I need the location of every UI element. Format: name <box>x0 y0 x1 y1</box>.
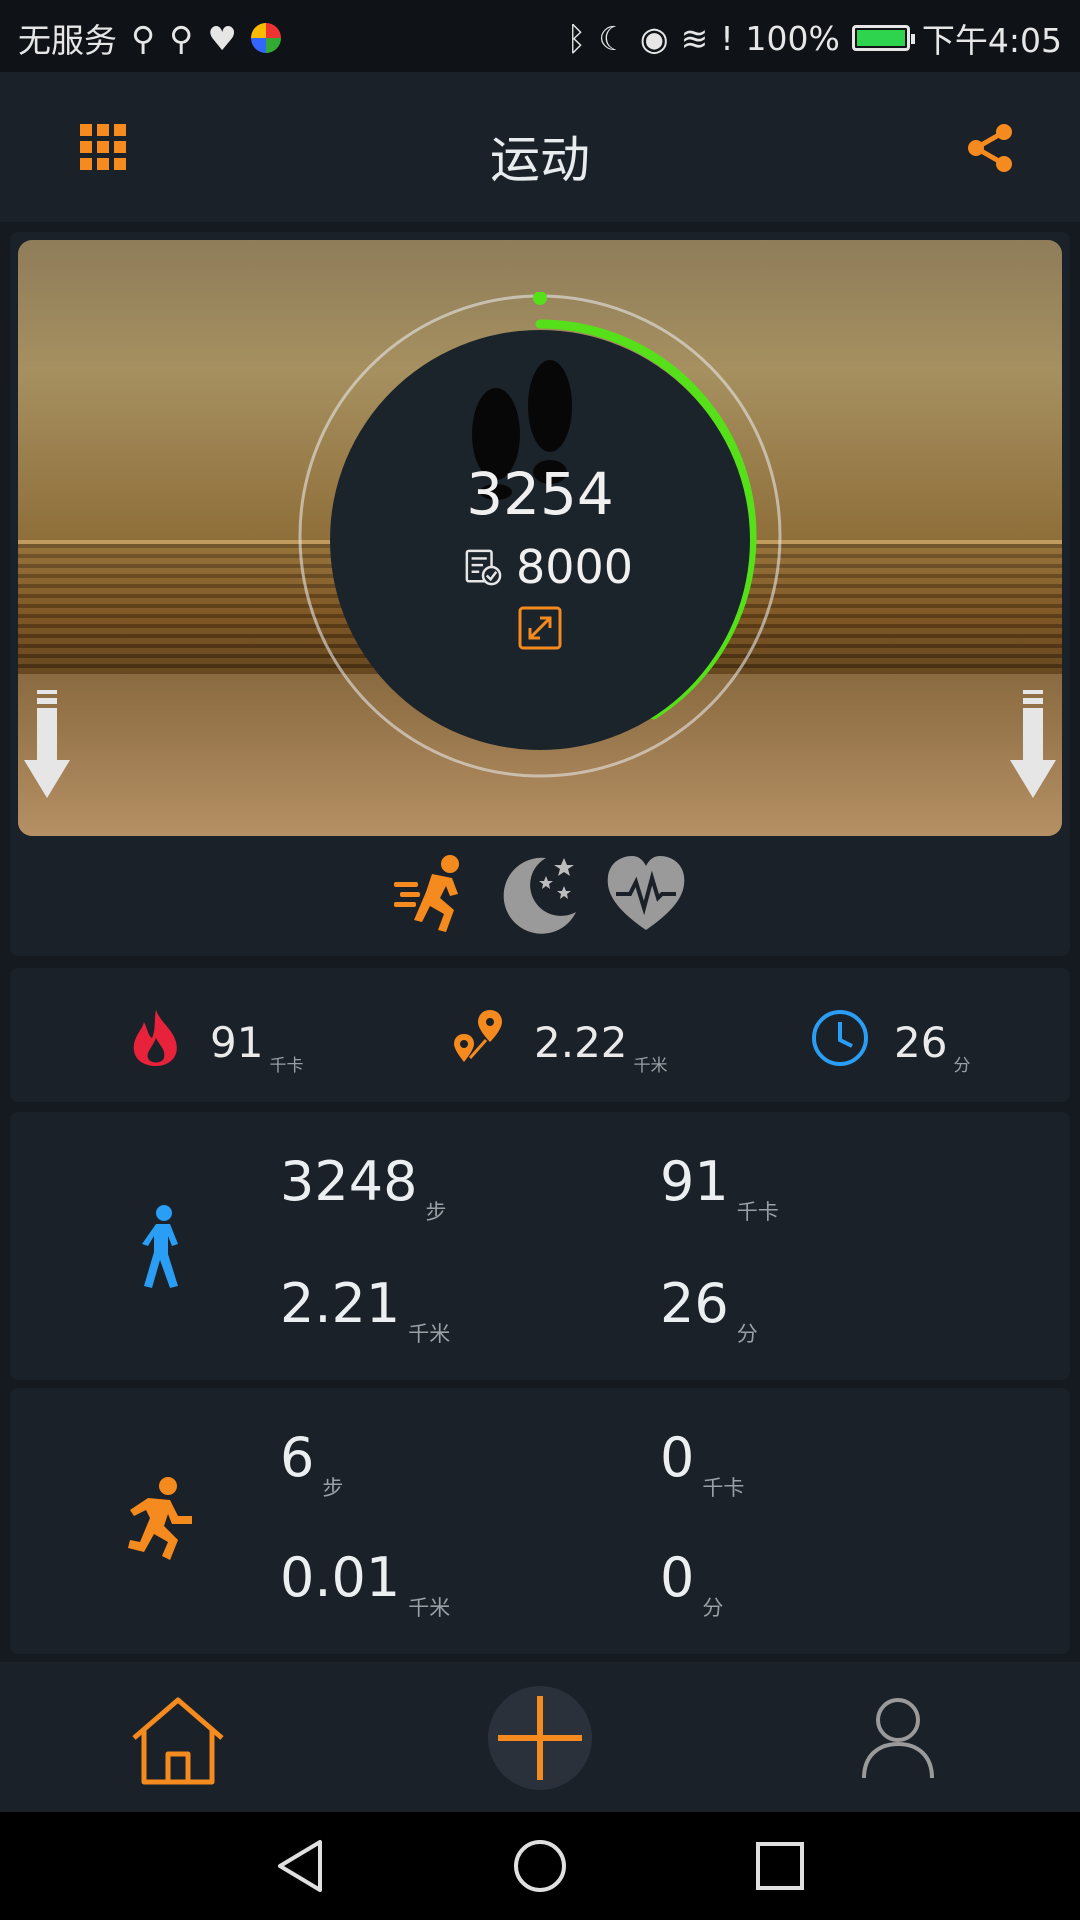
current-steps: 3254 <box>466 460 614 528</box>
mode-switcher <box>0 852 1080 936</box>
daily-summary-card: 91 千卡 2.22 千米 26 分 <box>10 968 1070 1102</box>
battery-percent: 100% <box>745 18 840 58</box>
walk-calories: 91 千卡 <box>660 1150 779 1225</box>
share-icon[interactable] <box>964 122 1016 174</box>
wifi-icon: ≋ <box>680 18 709 58</box>
status-bar: 无服务 ⚲ ⚲ ♥ ᛒ ☾ ◉ ≋ ! 100% 下午4:05 <box>0 0 1080 72</box>
down-arrow-left-icon[interactable] <box>24 690 70 800</box>
run-distance: 0.01 千米 <box>280 1546 450 1621</box>
run-distance-value: 0.01 <box>280 1546 401 1609</box>
running-stats-card[interactable]: 6 步 0 千卡 0.01 千米 0 分 <box>10 1388 1070 1654</box>
home-icon[interactable] <box>130 1696 226 1786</box>
calories-value: 91 <box>210 1018 264 1067</box>
walk-steps-unit: 步 <box>425 1200 447 1224</box>
add-button[interactable] <box>488 1686 592 1790</box>
distance-value: 2.22 <box>534 1018 628 1067</box>
duration-summary: 26 分 <box>810 1002 970 1076</box>
alert-icon: ! <box>720 18 734 58</box>
calories-summary: 91 千卡 <box>126 1002 303 1076</box>
clock-time: 下午4:05 <box>921 21 1062 60</box>
run-steps: 6 步 <box>280 1426 343 1501</box>
eye-icon: ◉ <box>639 18 669 58</box>
usb-icon: ⚲ <box>169 18 194 58</box>
profile-icon[interactable] <box>860 1696 936 1780</box>
app-icon <box>250 23 281 53</box>
carrier-label: 无服务 <box>18 21 117 60</box>
running-icon <box>128 1477 192 1560</box>
expand-icon[interactable] <box>518 606 562 650</box>
heart-rate-icon: ♥ <box>207 18 237 58</box>
distance-unit: 千米 <box>633 1056 668 1076</box>
duration-unit: 分 <box>953 1056 971 1076</box>
clock-icon <box>812 1010 868 1066</box>
running-mode-icon[interactable] <box>392 852 476 936</box>
calories-unit: 千卡 <box>269 1056 304 1076</box>
walk-distance-unit: 千米 <box>408 1322 451 1346</box>
run-steps-unit: 步 <box>322 1476 344 1500</box>
run-duration-value: 0 <box>660 1546 695 1609</box>
distance-summary: 2.22 千米 <box>450 1002 668 1076</box>
down-arrow-right-icon[interactable] <box>1010 690 1056 800</box>
run-duration-unit: 分 <box>702 1596 724 1620</box>
moon-icon: ☾ <box>598 18 628 58</box>
heart-rate-mode-icon[interactable] <box>604 852 688 936</box>
battery-icon <box>851 25 915 51</box>
header: 运动 <box>0 72 1080 222</box>
run-calories-value: 0 <box>660 1426 695 1489</box>
goal-row: 8000 <box>464 540 633 594</box>
goal-steps: 8000 <box>516 540 634 594</box>
run-duration: 0 分 <box>660 1546 723 1621</box>
walk-steps: 3248 步 <box>280 1150 446 1225</box>
walking-icon <box>142 1205 178 1288</box>
system-navigation-bar <box>0 1812 1080 1920</box>
walk-distance-value: 2.21 <box>280 1272 401 1335</box>
plus-icon <box>498 1696 582 1780</box>
route-pin-icon <box>454 1010 502 1062</box>
walk-calories-unit: 千卡 <box>736 1200 779 1224</box>
walking-stats-card[interactable]: 3248 步 91 千卡 2.21 千米 26 分 <box>10 1112 1070 1380</box>
goal-icon <box>465 549 502 586</box>
back-icon[interactable] <box>272 1838 328 1894</box>
home-circle-icon[interactable] <box>512 1838 568 1894</box>
walk-steps-value: 3248 <box>280 1150 418 1213</box>
bluetooth-icon: ᛒ <box>566 18 587 58</box>
usb-icon: ⚲ <box>131 18 156 58</box>
fire-icon <box>133 1010 177 1066</box>
bottom-navigation <box>0 1662 1080 1812</box>
page-title: 运动 <box>490 131 590 189</box>
duration-value: 26 <box>894 1018 948 1067</box>
walk-duration: 26 分 <box>660 1272 758 1347</box>
run-steps-value: 6 <box>280 1426 315 1489</box>
run-calories: 0 千卡 <box>660 1426 744 1501</box>
recent-apps-icon[interactable] <box>752 1838 808 1894</box>
run-calories-unit: 千卡 <box>702 1476 745 1500</box>
run-distance-unit: 千米 <box>408 1596 451 1620</box>
walk-distance: 2.21 千米 <box>280 1272 450 1347</box>
walk-calories-value: 91 <box>660 1150 729 1213</box>
walk-duration-value: 26 <box>660 1272 729 1335</box>
sleep-mode-icon[interactable] <box>498 852 582 936</box>
walk-duration-unit: 分 <box>736 1322 758 1346</box>
